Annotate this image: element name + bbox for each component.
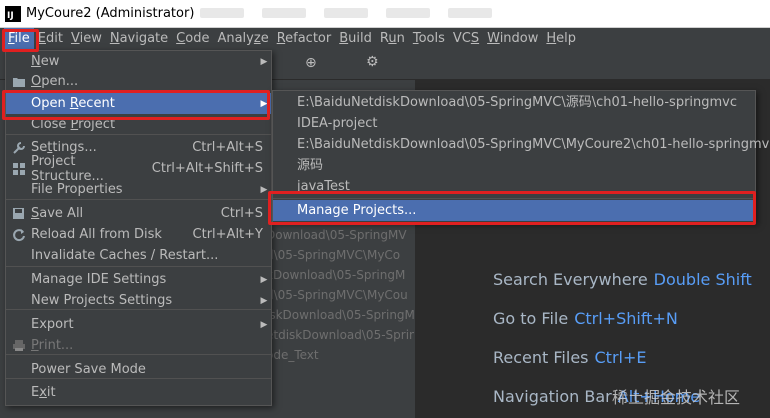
file-menu-item-label: Open Recent (31, 96, 115, 111)
menu-bar: File Edit View Navigate Code Analyze Refactor B… (0, 28, 770, 50)
file-menu-item-close-project[interactable]: Close Project (6, 114, 271, 135)
title-bar: IJ MyCoure2 (Administrator) (0, 0, 770, 28)
menu-refactor[interactable]: Refactor (273, 28, 336, 50)
file-menu-item-label: Close Project (31, 117, 116, 132)
menu-help[interactable]: Help (542, 28, 580, 50)
wrench-icon (6, 141, 31, 155)
welcome-hint: Search Everywhere Double Shift (493, 270, 752, 289)
print-icon (6, 339, 31, 352)
file-menu-item-label: Print... (31, 338, 74, 353)
menu-view[interactable]: View (67, 28, 106, 50)
hint-shortcut: Ctrl+Shift+N (574, 309, 678, 328)
menu-file[interactable]: File (4, 28, 34, 50)
target-icon[interactable]: ⊕ (305, 55, 317, 71)
shortcut-label: Ctrl+Alt+S (192, 140, 263, 155)
file-menu-item-exit[interactable]: Exit (6, 382, 271, 403)
recent-project-item[interactable]: javaTest (273, 176, 755, 197)
reload-icon (6, 228, 31, 242)
open-recent-submenu: E:\BaiduNetdiskDownload\05-SpringMVC\源码\… (272, 90, 770, 223)
submenu-arrow-icon: ▶ (260, 295, 268, 306)
shortcut-label: Ctrl+Alt+Shift+S (151, 161, 263, 176)
hint-label: Recent Files (493, 348, 589, 367)
file-menu-item-power-save-mode[interactable]: Power Save Mode (6, 359, 271, 380)
blurred-tabs (200, 8, 492, 18)
file-menu-item-open[interactable]: Open... (6, 71, 271, 92)
file-menu-item-new[interactable]: New ▶ (6, 51, 271, 72)
file-menu-item-open-recent[interactable]: Open Recent ▶ (6, 93, 271, 114)
save-icon (6, 207, 31, 220)
submenu-arrow-icon: ▶ (260, 98, 268, 109)
shortcut-label: Ctrl+S (220, 206, 263, 221)
background-recent-project: ode_Text (266, 348, 319, 362)
file-menu-item-manage-ide-settings[interactable]: Manage IDE Settings ▶ (6, 269, 271, 290)
file-menu-item-label: New (31, 54, 60, 69)
file-menu-item-new-projects-settings[interactable]: New Projects Settings ▶ (6, 290, 271, 311)
file-menu-item-file-properties[interactable]: File Properties ▶ (6, 179, 271, 200)
menu-build[interactable]: Build (335, 28, 376, 50)
manage-projects-item[interactable]: Manage Projects... (273, 200, 755, 221)
background-recent-project: iskDownload\05-SpringM (266, 308, 414, 322)
file-menu-item-label: Save All (31, 206, 84, 221)
file-menu-item-label: Manage IDE Settings (31, 272, 167, 287)
file-menu-item-reload-all-from-disk[interactable]: Reload All from Disk Ctrl+Alt+Y (6, 224, 271, 245)
welcome-hint: Go to File Ctrl+Shift+N (493, 309, 678, 328)
file-menu-item-label: File Properties (31, 182, 123, 197)
background-recent-project: Download\05-SpringMV (266, 228, 407, 242)
file-menu-item-label: Export (31, 317, 74, 332)
file-menu-item-label: Open... (31, 74, 79, 89)
file-menu-item-invalidate-caches-restart[interactable]: Invalidate Caches / Restart... (6, 245, 271, 266)
menu-vcs[interactable]: VCS (449, 28, 483, 50)
menu-navigate[interactable]: Navigate (106, 28, 172, 50)
file-menu-item-project-structure[interactable]: Project Structure... Ctrl+Alt+Shift+S (6, 154, 271, 184)
file-menu-item-label: New Projects Settings (31, 293, 173, 308)
recent-project-item[interactable]: IDEA-project (273, 113, 755, 134)
recent-project-item[interactable]: E:\BaiduNetdiskDownload\05-SpringMVC\源码\… (273, 92, 755, 113)
submenu-arrow-icon: ▶ (260, 56, 268, 67)
shortcut-label: Ctrl+Alt+Y (192, 227, 263, 242)
gear-icon[interactable]: ⚙ (366, 54, 379, 70)
background-recent-project: kDownload\05-SpringM (266, 268, 406, 282)
file-menu-item-label: Reload All from Disk (31, 227, 162, 242)
menu-window[interactable]: Window (483, 28, 542, 50)
submenu-arrow-icon: ▶ (260, 184, 268, 195)
file-menu-item-label: Invalidate Caches / Restart... (31, 248, 219, 263)
hint-shortcut: Double Shift (653, 270, 752, 289)
file-menu-item-print[interactable]: Print... (6, 335, 271, 356)
file-menu-item-export[interactable]: Export ▶ (6, 314, 271, 335)
file-menu-item-save-all[interactable]: Save All Ctrl+S (6, 203, 271, 224)
submenu-arrow-icon: ▶ (260, 274, 268, 285)
background-recent-project: etdiskDownload\05-Sprin (266, 328, 414, 342)
file-menu-item-label: Exit (31, 385, 56, 400)
menu-analyze[interactable]: Analyze (213, 28, 272, 50)
welcome-hint: Recent Files Ctrl+E (493, 348, 646, 367)
hint-label: Search Everywhere (493, 270, 648, 289)
menu-run[interactable]: Run (376, 28, 409, 50)
hint-label: Navigation Bar (493, 387, 612, 406)
hint-label: Go to File (493, 309, 569, 328)
recent-project-item[interactable]: 源码 (273, 155, 755, 176)
submenu-arrow-icon: ▶ (260, 319, 268, 330)
file-menu-dropdown: New ▶ Open... Open Recent ▶ Close Project Sett… (5, 50, 272, 406)
background-recent-project: d\05-SpringMVC\MyCo (266, 248, 401, 262)
menu-code[interactable]: Code (172, 28, 213, 50)
background-recent-project: d\05-SpringMVC\MyCou (266, 288, 408, 302)
menu-tools[interactable]: Tools (409, 28, 449, 50)
recent-project-item[interactable]: E:\BaiduNetdiskDownload\05-SpringMVC\MyC… (273, 134, 770, 155)
hint-shortcut: Ctrl+E (594, 348, 647, 367)
watermark: 稀土掘金技术社区 (612, 388, 741, 407)
project-structure-icon (6, 162, 31, 176)
menu-edit[interactable]: Edit (34, 28, 67, 50)
folder-icon (6, 76, 31, 88)
file-menu-item-label: Power Save Mode (31, 362, 146, 377)
intellij-app-icon: IJ (5, 5, 21, 22)
window-title: MyCoure2 (Administrator) (26, 6, 195, 21)
